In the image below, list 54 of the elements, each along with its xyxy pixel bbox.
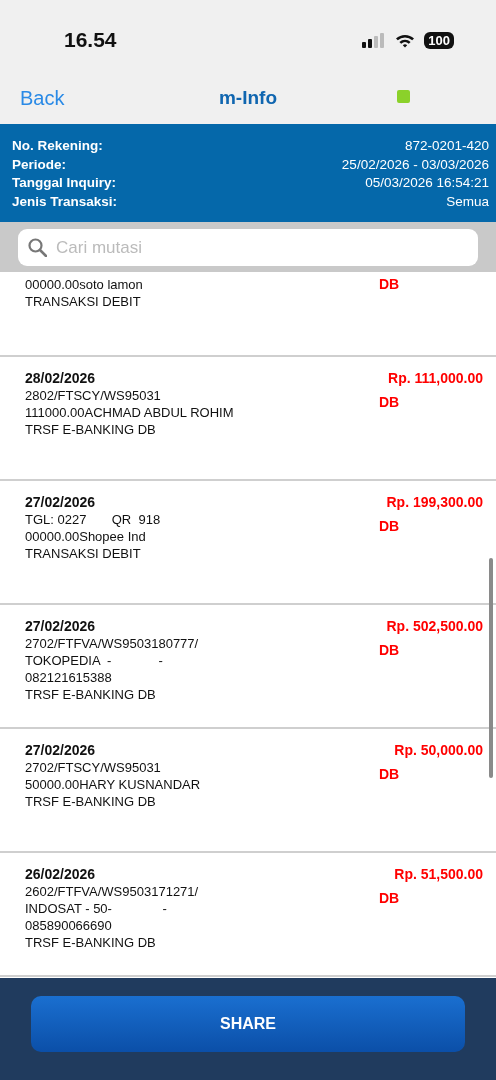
transaction-description: 082121615388 [25, 669, 113, 686]
transaction-description: TRSF E-BANKING DB [25, 934, 157, 951]
transaction-description: INDOSAT - 50- - [25, 900, 168, 917]
transaction-description: TOKOPEDIA - - [25, 652, 164, 669]
transaction-description: 00000.00Shopee Ind [25, 528, 147, 545]
transaction-description: 2802/FTSCY/WS95031 [25, 387, 162, 404]
transaction-date: 27/02/2026 [25, 618, 97, 635]
info-label: Periode: [12, 155, 66, 174]
transaction-description: 2602/FTFVA/WS9503171271/ [25, 883, 200, 900]
share-button[interactable]: SHARE [31, 996, 465, 1052]
info-value: Semua [446, 192, 489, 211]
back-button[interactable]: Back [20, 86, 65, 110]
transaction-description: 00000.00soto lamon [25, 276, 144, 293]
scrollbar[interactable] [489, 558, 493, 778]
transaction-description: TRANSAKSI DEBIT [25, 545, 142, 562]
transaction-amount: Rp. 199,300.00 [386, 494, 483, 510]
info-value: 25/02/2026 - 03/03/2026 [341, 155, 489, 174]
transaction-amount: Rp. 111,000.00 [388, 370, 483, 386]
transaction-date: 26/02/2026 [25, 866, 97, 883]
search-icon [28, 238, 47, 257]
transaction-description: 111000.00ACHMAD ABDUL ROHIM [25, 404, 235, 421]
info-value: 05/03/2026 16:54:21 [365, 174, 489, 192]
transaction-amount: Rp. 502,500.00 [386, 618, 483, 634]
info-label: Jenis Transaksi: [12, 192, 118, 211]
transaction-type: DB [379, 394, 400, 410]
transaction-type: DB [379, 642, 400, 658]
transaction-amount: Rp. 51,500.00 [394, 866, 483, 882]
transaction-type: DB [379, 890, 400, 906]
transaction-description: 50000.00HARY KUSNANDAR [25, 776, 202, 793]
transaction-description: 2702/FTFVA/WS9503180777/ [25, 635, 200, 652]
clock-time: 16.54 [64, 28, 117, 52]
transaction-description: TRANSAKSI DEBIT [25, 293, 142, 310]
wifi-icon [395, 32, 416, 48]
battery-icon: 100 [424, 31, 454, 49]
transaction-date: 27/02/2026 [25, 494, 97, 511]
info-label: No. Rekening: [12, 137, 103, 155]
screen-title: m-Info [218, 87, 277, 108]
transaction-type: DB [379, 766, 400, 782]
transaction-description: TRSF E-BANKING DB [25, 793, 157, 810]
transaction-description: TGL: 0227 QR 918 [25, 511, 162, 528]
transaction-date: 27/02/2026 [25, 742, 97, 759]
transaction-description: 2702/FTSCY/WS95031 [25, 759, 162, 776]
transaction-date: 28/02/2026 [25, 370, 97, 387]
transaction-type: DB [379, 518, 400, 534]
transaction-description: TRSF E-BANKING DB [25, 421, 157, 438]
search-field[interactable]: Cari mutasi [18, 229, 478, 266]
transaction-amount: Rp. 50,000.00 [394, 742, 483, 758]
transaction-type: DB [379, 276, 400, 292]
status-indicator-icon [397, 90, 410, 103]
info-label: Tanggal Inquiry: [12, 174, 116, 192]
transaction-description: TRSF E-BANKING DB [25, 686, 157, 703]
signal-icon [362, 32, 387, 48]
info-value: 872-0201-420 [404, 137, 489, 155]
transaction-description: 085890066690 [25, 917, 113, 934]
